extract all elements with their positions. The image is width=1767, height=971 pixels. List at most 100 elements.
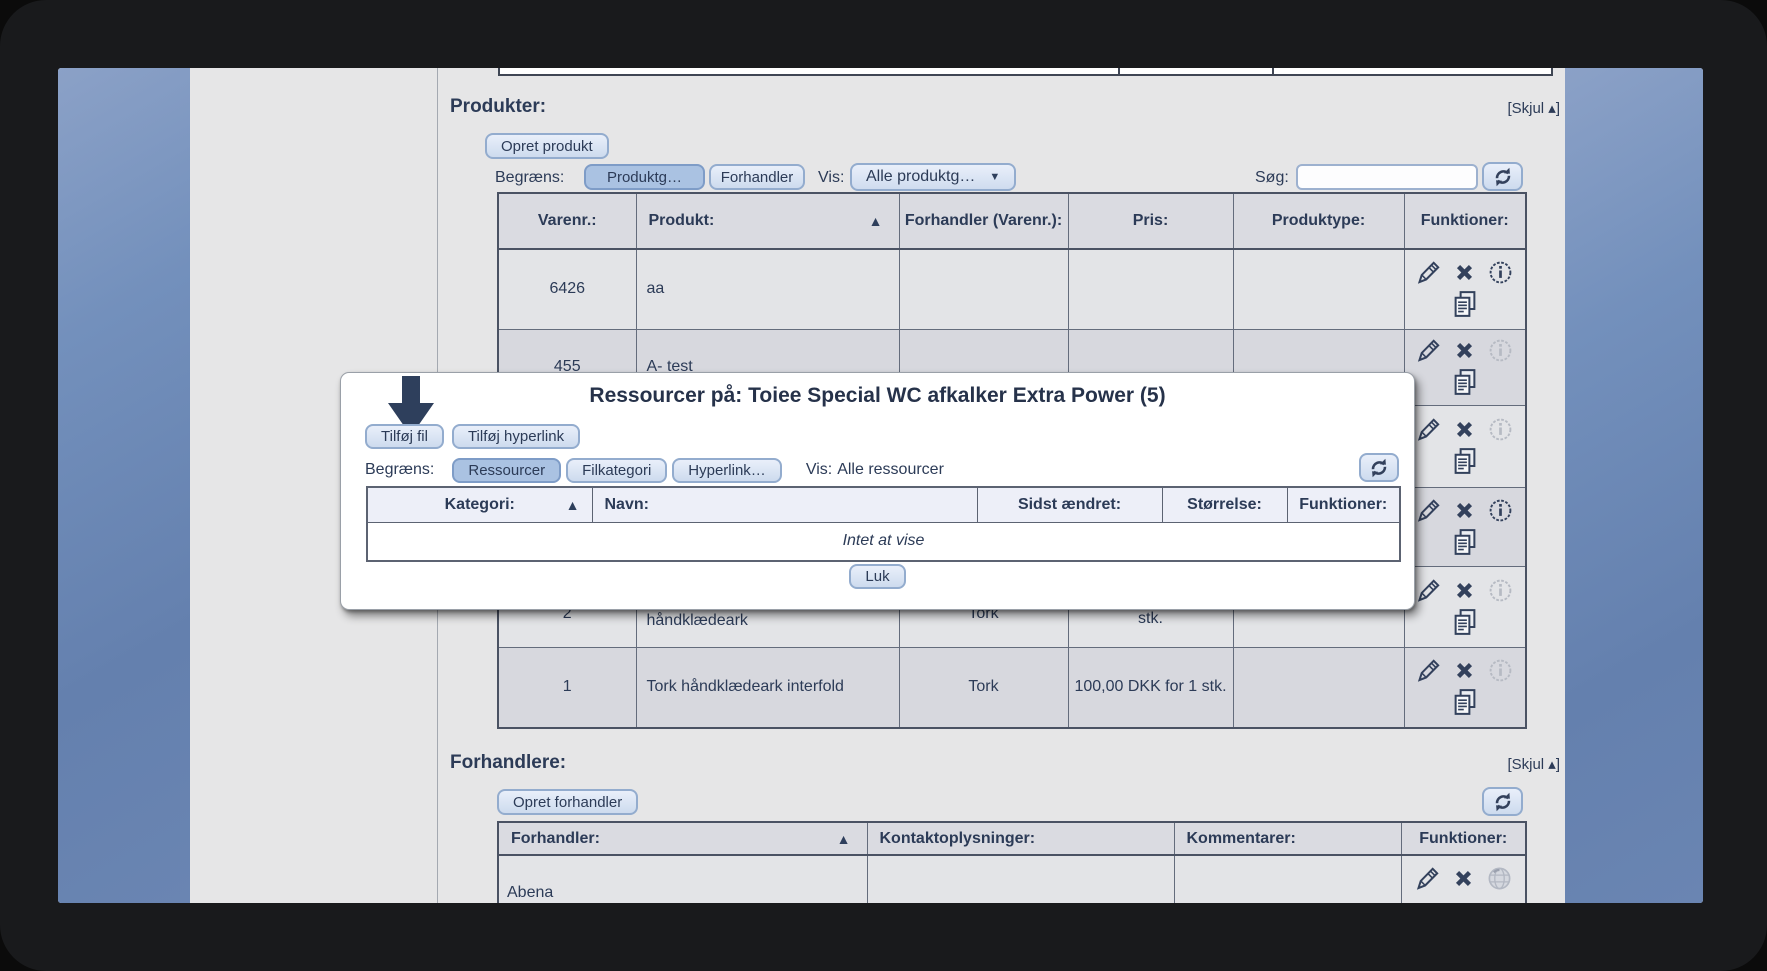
col-header-produktype[interactable]: Produktype: [1233, 193, 1404, 249]
globe-icon[interactable] [1486, 865, 1513, 892]
sort-ascending-icon: ▲ [869, 213, 883, 229]
x-icon[interactable] [1451, 416, 1478, 443]
sort-ascending-icon: ▲ [837, 831, 851, 847]
pencil-icon[interactable] [1415, 337, 1442, 364]
col-header-navn[interactable]: Navn: [592, 487, 977, 522]
partial-table-above [498, 68, 1553, 76]
x-icon[interactable] [1451, 657, 1478, 684]
col-header-forhandler[interactable]: Forhandler: ▲ [498, 822, 867, 855]
cell-forhandler [899, 249, 1068, 329]
col-header-forhandler-label: Forhandler: [511, 830, 600, 847]
resellers-table: Forhandler: ▲ Kontaktoplysninger: Kommen… [497, 821, 1527, 903]
col-header-kategori-label: Kategori: [445, 496, 515, 513]
col-header-funktioner: Funktioner: [1404, 193, 1526, 249]
left-background-panel [58, 68, 190, 903]
resellers-refresh-button[interactable] [1482, 787, 1523, 816]
dialog-view-value: Alle ressourcer [837, 461, 944, 479]
filter-filecategory-button[interactable]: Filkategori [566, 458, 667, 483]
x-icon[interactable] [1451, 497, 1478, 524]
cell-kontaktoplysninger [867, 855, 1174, 903]
resellers-header-row: Forhandler: ▲ Kontaktoplysninger: Kommen… [498, 822, 1526, 855]
resellers-collapse-link[interactable]: [Skjul ▴] [1507, 755, 1560, 773]
resources-header-row: Kategori: ▲ Navn: Sidst ændret: Størrels… [367, 487, 1400, 522]
productgroup-dropdown-value: Alle produktg… [866, 168, 975, 186]
col-header-kategori[interactable]: Kategori: ▲ [367, 487, 592, 522]
close-dialog-button[interactable]: Luk [849, 564, 905, 589]
pencil-icon[interactable] [1415, 577, 1442, 604]
info-icon[interactable] [1487, 497, 1514, 524]
col-header-storrelse[interactable]: Størrelse: [1162, 487, 1287, 522]
col-header-kommentarer[interactable]: Kommentarer: [1174, 822, 1401, 855]
pencil-icon[interactable] [1415, 416, 1442, 443]
info-icon[interactable] [1487, 259, 1514, 286]
info-icon[interactable] [1487, 337, 1514, 364]
copy-documents-icon[interactable] [1450, 446, 1480, 476]
cell-pris [1068, 249, 1233, 329]
cell-kommentarer [1174, 855, 1401, 903]
copy-documents-icon[interactable] [1450, 289, 1480, 319]
col-header-forhandler[interactable]: Forhandler (Varenr.): [899, 193, 1068, 249]
dialog-refresh-button[interactable] [1359, 453, 1399, 482]
x-icon[interactable] [1451, 337, 1478, 364]
partial-table-border [1118, 68, 1120, 74]
device-frame: Produkter: [Skjul ▴] Opret produkt Begræ… [0, 0, 1767, 971]
chevron-down-icon: ▼ [989, 171, 1000, 183]
cell-pris: 100,00 DKK for 1 stk. [1068, 647, 1233, 728]
pencil-icon[interactable] [1415, 259, 1442, 286]
filter-reseller-button[interactable]: Forhandler [709, 164, 805, 190]
resources-dialog: Ressourcer på: Toiee Special WC afkalker… [340, 372, 1415, 610]
products-collapse-link[interactable]: [Skjul ▴] [1507, 99, 1560, 117]
x-icon[interactable] [1450, 865, 1477, 892]
empty-row: Intet at vise [367, 522, 1400, 561]
product-row: 1 Tork håndklædeark interfold Tork 100,0… [498, 647, 1526, 728]
cell-forhandler: Abena [498, 855, 867, 903]
col-header-sidst-aendret[interactable]: Sidst ændret: [977, 487, 1162, 522]
products-refresh-button[interactable] [1482, 162, 1523, 191]
col-header-funktioner: Funktioner: [1287, 487, 1400, 522]
col-header-produkt-label: Produkt: [649, 212, 715, 229]
products-limit-label: Begræns: [495, 169, 564, 187]
col-header-pris[interactable]: Pris: [1068, 193, 1233, 249]
info-icon[interactable] [1487, 657, 1514, 684]
copy-documents-icon[interactable] [1450, 367, 1480, 397]
refresh-icon [1367, 456, 1391, 480]
create-product-button[interactable]: Opret produkt [485, 133, 609, 159]
sort-ascending-icon: ▲ [566, 497, 580, 513]
resources-table: Kategori: ▲ Navn: Sidst ændret: Størrels… [366, 486, 1401, 562]
cell-varenr: 6426 [498, 249, 636, 329]
filter-productgroup-button[interactable]: Produktg… [584, 164, 705, 190]
add-hyperlink-button[interactable]: Tilføj hyperlink [452, 424, 580, 449]
cell-produktype [1233, 249, 1404, 329]
x-icon[interactable] [1451, 259, 1478, 286]
copy-documents-icon[interactable] [1450, 527, 1480, 557]
products-search-input[interactable] [1296, 164, 1478, 190]
pencil-icon[interactable] [1415, 497, 1442, 524]
cell-produkt: aa [636, 249, 899, 329]
copy-documents-icon[interactable] [1450, 607, 1480, 637]
products-search-label: Søg: [1255, 169, 1289, 187]
productgroup-dropdown[interactable]: Alle produktg… ▼ [850, 163, 1016, 191]
col-header-kontaktoplysninger[interactable]: Kontaktoplysninger: [867, 822, 1174, 855]
add-file-button[interactable]: Tilføj fil [365, 424, 444, 449]
filter-resources-button[interactable]: Ressourcer [452, 458, 561, 483]
col-header-produkt[interactable]: Produkt: ▲ [636, 193, 899, 249]
col-header-varenr[interactable]: Varenr.: [498, 193, 636, 249]
info-icon[interactable] [1487, 577, 1514, 604]
info-icon[interactable] [1487, 416, 1514, 443]
products-header-row: Varenr.: Produkt: ▲ Forhandler (Varenr.)… [498, 193, 1526, 249]
cell-produkt: Tork håndklædeark interfold [636, 647, 899, 728]
filter-hyperlink-button[interactable]: Hyperlink… [672, 458, 782, 483]
copy-documents-icon[interactable] [1450, 687, 1480, 717]
cell-produktype [1233, 647, 1404, 728]
refresh-icon [1491, 790, 1515, 814]
dialog-title: Ressourcer på: Toiee Special WC afkalker… [341, 384, 1414, 408]
pencil-icon[interactable] [1414, 865, 1441, 892]
cell-forhandler: Tork [899, 647, 1068, 728]
refresh-icon [1491, 165, 1515, 189]
pencil-icon[interactable] [1415, 657, 1442, 684]
x-icon[interactable] [1451, 577, 1478, 604]
reseller-row: Abena [498, 855, 1526, 903]
create-reseller-button[interactable]: Opret forhandler [497, 789, 638, 815]
browser-viewport: Produkter: [Skjul ▴] Opret produkt Begræ… [58, 68, 1703, 903]
col-header-funktioner: Funktioner: [1401, 822, 1526, 855]
